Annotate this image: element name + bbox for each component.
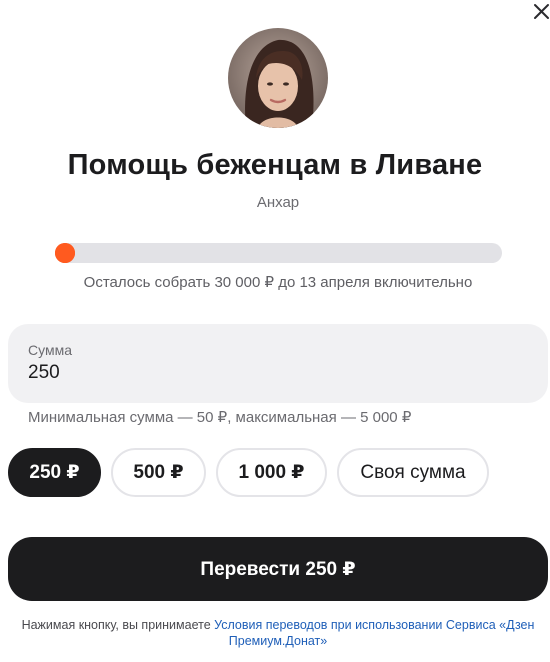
preset-500-button[interactable]: 500 ₽ (111, 448, 206, 497)
fundraiser-title: Помощь беженцам в Ливане (67, 149, 483, 181)
transfer-button[interactable]: Перевести 250 ₽ (8, 537, 548, 601)
author-avatar (228, 28, 328, 128)
progress-indicator (55, 243, 75, 263)
terms-link[interactable]: Условия переводов при использовании Серв… (214, 618, 534, 648)
progress-caption: Осталось собрать 30 000 ₽ до 13 апреля в… (83, 274, 473, 291)
terms-prefix: Нажимая кнопку, вы принимаете (21, 618, 215, 632)
terms-notice: Нажимая кнопку, вы принимаете Условия пе… (0, 617, 550, 649)
amount-limits-hint: Минимальная сумма — 50 ₽, максимальная —… (28, 409, 412, 426)
custom-amount-button[interactable]: Своя сумма (337, 448, 489, 497)
preset-1000-button[interactable]: 1 000 ₽ (216, 448, 327, 497)
progress-bar (55, 243, 502, 263)
close-icon (534, 4, 549, 19)
donation-dialog: Помощь беженцам в Ливане Анхар Осталось … (0, 0, 550, 662)
amount-input[interactable]: 250 (28, 361, 60, 385)
author-name[interactable]: Анхар (0, 194, 550, 212)
amount-label: Сумма (28, 342, 72, 358)
close-button[interactable] (531, 0, 550, 22)
preset-250-button[interactable]: 250 ₽ (8, 448, 101, 497)
amount-field[interactable]: Сумма 250 (8, 324, 548, 403)
